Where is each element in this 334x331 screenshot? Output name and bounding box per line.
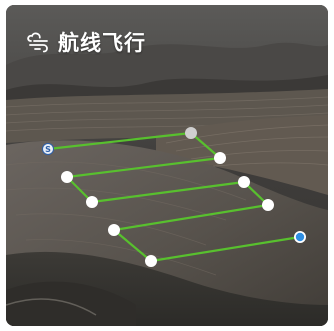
waypoint-9[interactable] bbox=[145, 255, 157, 267]
waypoint-3[interactable] bbox=[214, 152, 226, 164]
drone-route-icon bbox=[27, 32, 48, 53]
waypoint-2[interactable] bbox=[185, 127, 197, 139]
waypoint-7[interactable] bbox=[262, 199, 274, 211]
start-waypoint[interactable]: S bbox=[42, 143, 54, 155]
card-header: 航线飞行 bbox=[26, 27, 146, 57]
waypoint-6[interactable] bbox=[238, 176, 250, 188]
waypoint-8[interactable] bbox=[108, 224, 120, 236]
waypoint-4[interactable] bbox=[61, 171, 73, 183]
flight-route-card[interactable]: S 航线飞行 bbox=[6, 5, 328, 326]
end-waypoint[interactable] bbox=[294, 231, 306, 243]
card-title: 航线飞行 bbox=[58, 31, 146, 55]
start-waypoint-label: S bbox=[45, 145, 51, 154]
waypoint-5[interactable] bbox=[86, 196, 98, 208]
